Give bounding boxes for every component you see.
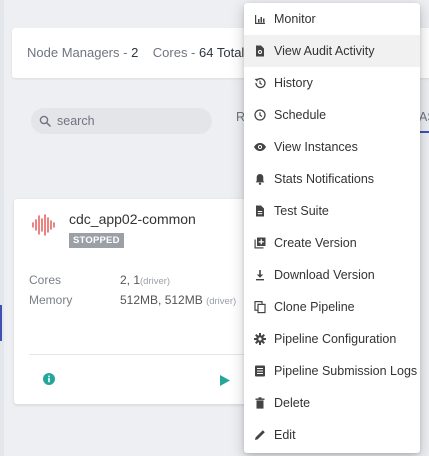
history-icon [254, 77, 266, 89]
download-icon [256, 270, 264, 281]
pencil-icon [255, 430, 265, 440]
menu-label-edit: Edit [274, 428, 296, 442]
search-placeholder: search [57, 114, 95, 128]
menu-item-edit[interactable]: Edit [244, 419, 420, 451]
pipeline-context-menu: Monitor View Audit Activity History Sche… [244, 3, 420, 453]
menu-item-history[interactable]: History [244, 67, 420, 99]
bar-chart-icon [255, 15, 265, 24]
node-managers-label: Node Managers - [27, 45, 128, 60]
eye-icon [254, 143, 266, 151]
menu-item-view-audit-activity[interactable]: View Audit Activity [244, 35, 420, 67]
cores-stat-note: (driver) [140, 276, 171, 287]
card-divider [29, 354, 264, 355]
menu-label-stats-notifications: Stats Notifications [274, 172, 375, 186]
pipeline-name[interactable]: cdc_app02-common [69, 211, 196, 227]
menu-label-download-version: Download Version [274, 268, 375, 282]
audit-doc-icon [256, 45, 264, 57]
memory-stat-number: 512MB, 512MB [120, 293, 203, 307]
menu-label-monitor: Monitor [274, 12, 316, 26]
menu-label-create-version: Create Version [274, 236, 357, 250]
menu-item-create-version[interactable]: Create Version [244, 227, 420, 259]
menu-item-schedule[interactable]: Schedule [244, 99, 420, 131]
menu-item-delete[interactable]: Delete [244, 387, 420, 419]
menu-item-view-instances[interactable]: View Instances [244, 131, 420, 163]
menu-item-monitor[interactable]: Monitor [244, 3, 420, 35]
tab-partial-right[interactable]: AS [419, 110, 429, 124]
search-icon [39, 115, 51, 127]
logs-icon [255, 365, 265, 377]
cores-stat-number: 2, 1 [120, 273, 141, 287]
menu-item-download-version[interactable]: Download Version [244, 259, 420, 291]
trash-icon [255, 397, 265, 409]
clone-icon [254, 301, 266, 314]
menu-label-schedule: Schedule [274, 108, 327, 122]
cores-stat-value: 2, 1(driver) [120, 273, 170, 287]
add-version-icon [254, 237, 266, 249]
memory-stat-note: (driver) [206, 296, 237, 307]
settings-icon [254, 333, 266, 345]
sound-wave-icon [32, 214, 55, 236]
node-managers-value: 2 [131, 45, 139, 60]
clock-icon [254, 109, 266, 121]
menu-item-pipeline-configuration[interactable]: Pipeline Configuration [244, 323, 420, 355]
menu-item-test-suite[interactable]: Test Suite [244, 195, 420, 227]
menu-label-pipeline-configuration: Pipeline Configuration [274, 332, 397, 346]
menu-label-pipeline-submission-logs: Pipeline Submission Logs [274, 364, 418, 378]
test-file-icon [256, 205, 264, 217]
pipeline-card[interactable]: cdc_app02-common STOPPED Cores 2, 1(driv… [14, 199, 264, 404]
menu-label-view-audit-activity: View Audit Activity [274, 44, 375, 58]
cluster-summary: Node Managers - 2 Cores - 64 Total, [27, 45, 248, 60]
menu-label-view-instances: View Instances [274, 140, 358, 154]
active-nav-marker [0, 305, 2, 341]
play-icon[interactable] [220, 375, 230, 386]
search-input[interactable]: search [31, 108, 212, 134]
memory-stat-label: Memory [29, 293, 73, 307]
left-sidebar-edge [0, 0, 4, 456]
active-tab-underline [419, 131, 429, 133]
menu-label-test-suite: Test Suite [274, 204, 329, 218]
bell-icon [255, 174, 265, 185]
menu-item-pipeline-submission-logs[interactable]: Pipeline Submission Logs [244, 355, 420, 387]
menu-label-history: History [274, 76, 313, 90]
menu-item-stats-notifications[interactable]: Stats Notifications [244, 163, 420, 195]
menu-label-clone-pipeline: Clone Pipeline [274, 300, 355, 314]
memory-stat-value: 512MB, 512MB (driver) [120, 293, 236, 307]
info-icon[interactable] [43, 373, 55, 385]
menu-item-clone-pipeline[interactable]: Clone Pipeline [244, 291, 420, 323]
cores-value: 64 Total, [199, 45, 248, 60]
cores-stat-label: Cores [29, 273, 62, 287]
menu-label-delete: Delete [274, 396, 311, 410]
status-badge: STOPPED [69, 233, 124, 248]
cores-label: Cores - [152, 45, 196, 60]
